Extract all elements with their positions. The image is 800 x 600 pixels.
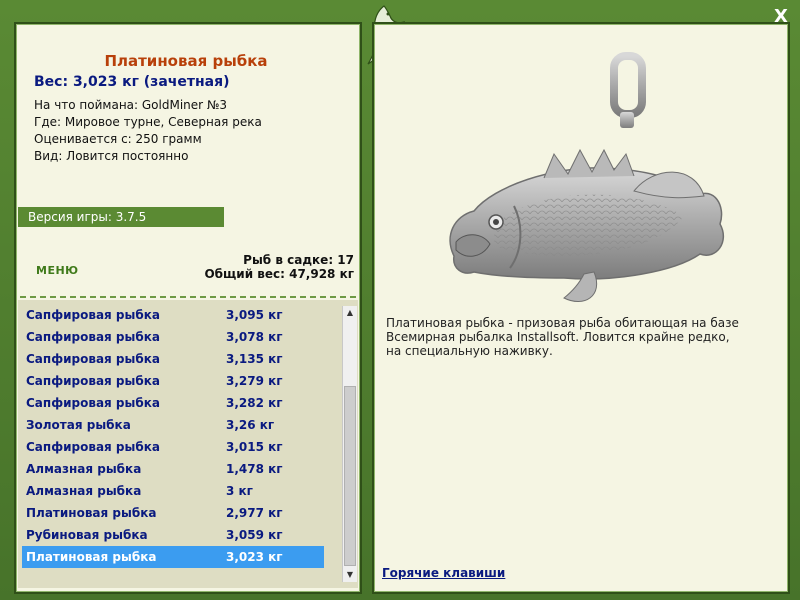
catch-row-name: Сапфировая рыбка [26,396,160,410]
catch-row-name: Сапфировая рыбка [26,352,160,366]
caught-with-line: На что поймана: GoldMiner №3 [34,98,228,112]
fish-preview-panel: Платиновая рыбка - призовая рыба обитающ… [372,22,790,594]
catch-list: Сапфировая рыбка 3,095 кг Сапфировая рыбка… [18,300,358,588]
catch-row-name: Золотая рыбка [26,418,131,432]
catch-row-weight: 1,478 кг [226,462,283,476]
hotkeys-link[interactable]: Горячие клавиши [382,566,505,580]
catch-row-weight: 3,095 кг [226,308,283,322]
catch-row-name: Сапфировая рыбка [26,440,160,454]
catch-row[interactable]: Сапфировая рыбка 3,095 кг [22,304,324,326]
catch-row-weight: 2,977 кг [226,506,283,520]
catch-row-weight: 3 кг [226,484,253,498]
catch-row[interactable]: Сапфировая рыбка 3,282 кг [22,392,324,414]
catch-row[interactable]: Золотая рыбка 3,26 кг [22,414,324,436]
fish-weight: Вес: 3,023 кг (зачетная) [34,74,230,90]
catch-row[interactable]: Рубиновая рыбка 3,059 кг [22,524,324,546]
catch-row-weight: 3,279 кг [226,374,283,388]
catch-row[interactable]: Алмазная рыбка 3 кг [22,480,324,502]
kind-line: Вид: Ловится постоянно [34,149,189,163]
rated-from-line: Оценивается с: 250 грамм [34,132,202,146]
fish-pendant-image [449,52,725,303]
catch-row[interactable]: Алмазная рыбка 1,478 кг [22,458,324,480]
catch-row-name: Алмазная рыбка [26,484,142,498]
cage-count: Рыб в садке: 17 [243,253,354,267]
fish-description: Платиновая рыбка - призовая рыба обитающ… [386,316,739,358]
scroll-down-arrow-icon[interactable]: ▼ [343,568,357,582]
catch-row[interactable]: Платиновая рыбка 2,977 кг [22,502,324,524]
catch-row[interactable]: Сапфировая рыбка 3,078 кг [22,326,324,348]
catch-row-name: Рубиновая рыбка [26,528,148,542]
catch-row-weight: 3,135 кг [226,352,283,366]
game-version: Версия игры: 3.7.5 [18,207,224,227]
fish-title: Платиновая рыбка [104,52,268,70]
catch-row[interactable]: Сапфировая рыбка 3,279 кг [22,370,324,392]
location-line: Где: Мировое турне, Северная река [34,115,262,129]
scrollbar[interactable]: ▲ ▼ [342,306,357,582]
catch-row-name: Сапфировая рыбка [26,374,160,388]
catch-row-name: Сапфировая рыбка [26,308,160,322]
catch-row-name: Алмазная рыбка [26,462,142,476]
catch-row-name: Платиновая рыбка [26,506,157,520]
scroll-thumb[interactable] [344,386,356,566]
catch-row[interactable]: Платиновая рыбка 3,023 кг [22,546,324,568]
catch-row-weight: 3,078 кг [226,330,283,344]
scroll-up-arrow-icon[interactable]: ▲ [343,306,357,320]
menu-button[interactable]: МЕНЮ [36,264,79,277]
catch-row[interactable]: Сапфировая рыбка 3,015 кг [22,436,324,458]
catch-row-weight: 3,282 кг [226,396,283,410]
total-weight: Общий вес: 47,928 кг [204,267,354,281]
catch-row-name: Платиновая рыбка [26,550,157,564]
catch-row[interactable]: Сапфировая рыбка 3,135 кг [22,348,324,370]
catch-row-name: Сапфировая рыбка [26,330,160,344]
catch-row-weight: 3,023 кг [226,550,283,564]
catch-row-weight: 3,059 кг [226,528,283,542]
catch-row-weight: 3,26 кг [226,418,275,432]
catch-row-weight: 3,015 кг [226,440,283,454]
divider [20,296,356,298]
fish-info-panel: Платиновая рыбка Вес: 3,023 кг (зачетная… [14,22,362,594]
